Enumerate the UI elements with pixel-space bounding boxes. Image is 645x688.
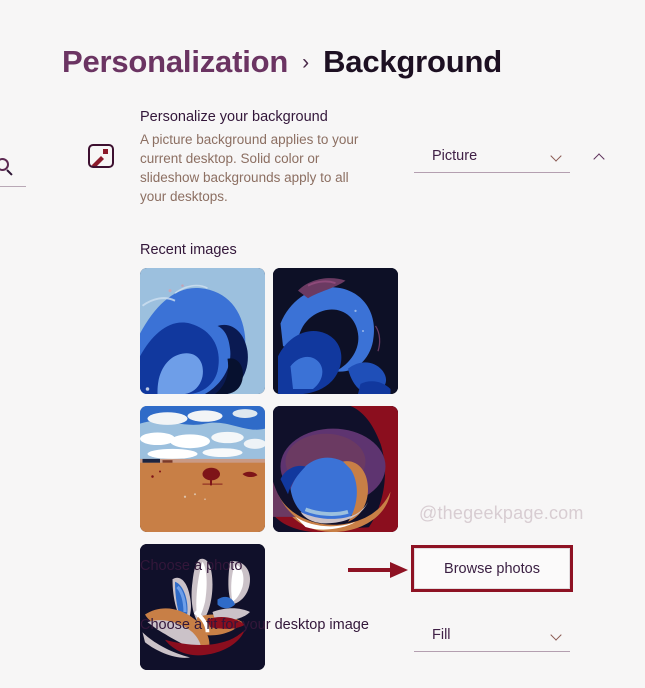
desktop-fit-value: Fill — [432, 626, 451, 643]
browse-photos-highlight: Browse photos — [411, 545, 573, 592]
annotation-arrow-head — [390, 562, 408, 578]
search-underline — [0, 186, 26, 187]
page-title: Background — [323, 44, 502, 79]
left-edge-search-stub[interactable] — [0, 152, 28, 192]
background-type-value: Picture — [432, 147, 478, 164]
personalize-text-block: Personalize your background A picture ba… — [140, 108, 375, 206]
collapse-section-button[interactable] — [580, 142, 618, 170]
search-icon-handle — [6, 169, 13, 176]
picture-icon-sun — [103, 149, 108, 154]
breadcrumb-separator-icon: › — [302, 51, 310, 74]
recent-images-grid — [140, 268, 530, 670]
desktop-fit-dropdown[interactable]: Fill — [414, 618, 570, 652]
personalize-description: A picture background applies to your cur… — [140, 131, 359, 205]
choose-fit-label: Choose a fit for your desktop image — [140, 617, 369, 633]
breadcrumb: Personalization › Background — [62, 44, 502, 80]
recent-images-label: Recent images — [140, 242, 237, 258]
chevron-down-icon — [551, 629, 562, 640]
recent-image-4[interactable] — [273, 406, 398, 532]
recent-image-1-art — [140, 268, 265, 394]
recent-image-1[interactable] — [140, 268, 265, 394]
annotation-arrow-icon — [348, 562, 410, 578]
browse-photos-button[interactable]: Browse photos — [414, 548, 570, 589]
recent-image-4-art — [273, 406, 398, 532]
annotation-arrow-shaft — [348, 568, 394, 572]
recent-image-3-art — [140, 406, 265, 532]
chevron-down-icon — [551, 150, 562, 161]
recent-image-2[interactable] — [273, 268, 398, 394]
picture-icon-mountain-inner — [94, 158, 112, 166]
picture-icon — [88, 144, 114, 168]
recent-image-3[interactable] — [140, 406, 265, 532]
background-type-dropdown[interactable]: Picture — [414, 139, 570, 173]
personalize-title: Personalize your background — [140, 109, 328, 125]
chevron-up-icon — [594, 151, 605, 162]
recent-image-2-art — [273, 268, 398, 394]
breadcrumb-personalization[interactable]: Personalization — [62, 44, 288, 80]
watermark: @thegeekpage.com — [419, 503, 584, 523]
choose-photo-label: Choose a photo — [140, 558, 243, 574]
